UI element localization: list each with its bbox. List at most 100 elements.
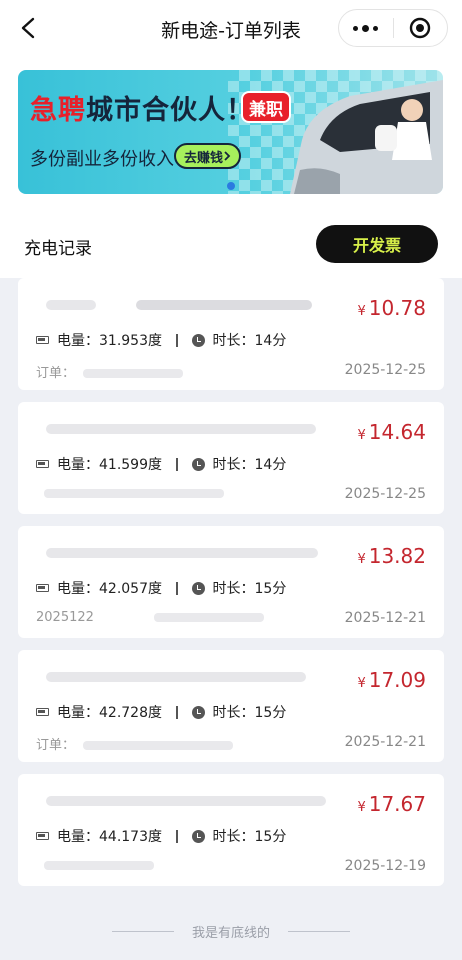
order-price: ¥14.64 [357,420,426,444]
clock-icon [191,829,205,843]
more-icon-dot [373,25,379,31]
redaction-bar [44,861,154,870]
order-card[interactable]: ¥17.09 电量： 42.728度 时长： 15分 订单： 2025-12-21 [18,650,444,762]
promo-banner[interactable]: 急聘城市合伙人！ 兼职 多份副业多份收入 去赚钱 [18,70,443,194]
order-price: ¥13.82 [357,544,426,568]
station-name-redacted [36,424,316,438]
order-price: ¥17.09 [357,668,426,692]
carousel-indicator [227,182,235,190]
duration-label: 时长： [212,457,255,473]
battery-icon [36,584,49,592]
energy-value: 42.057度 [99,581,162,597]
footer-divider-left [111,930,174,932]
order-meta: 电量： 44.173度 时长： 15分 [36,826,286,846]
redaction-bar [83,369,184,378]
charging-records-header: 充电记录 开发票 [0,208,462,278]
price-amount: 17.09 [368,668,426,692]
order-meta: 电量： 42.057度 时长： 15分 [36,578,286,598]
banner-section: 急聘城市合伙人！ 兼职 多份副业多份收入 去赚钱 [0,60,462,208]
clock-icon [191,333,205,347]
close-mini-program-button[interactable] [393,10,447,46]
battery-icon [36,460,49,468]
duration-label: 时长： [212,581,255,597]
meta-divider [176,705,178,719]
order-number-redacted [36,486,224,501]
energy-label: 电量： [57,705,99,721]
energy-value: 44.173度 [99,829,162,845]
earn-money-label: 去赚钱 [183,150,223,166]
order-date: 2025-12-25 [344,362,426,378]
order-card[interactable]: ¥14.64 电量： 41.599度 时长： 14分 2025-12-25 [18,402,444,514]
footer-divider-right [288,930,350,932]
more-button[interactable] [339,10,393,46]
meta-divider [176,457,178,471]
banner-headline-red: 急聘 [30,95,86,126]
currency-symbol: ¥ [357,676,366,691]
redaction-bar [153,613,264,622]
price-amount: 10.78 [368,296,426,320]
order-price: ¥10.78 [357,296,426,320]
currency-symbol: ¥ [357,800,366,815]
order-date: 2025-12-19 [344,858,426,874]
order-number-redacted [36,858,154,873]
order-card[interactable]: ¥17.67 电量： 44.173度 时长： 15分 2025-12-19 [18,774,444,886]
price-amount: 14.64 [368,420,426,444]
order-meta: 电量： 41.599度 时长： 14分 [36,454,286,474]
price-amount: 17.67 [368,792,426,816]
order-label: 订单： [36,366,76,381]
currency-symbol: ¥ [357,428,366,443]
banner-headline: 急聘城市合伙人！ [30,88,254,127]
battery-icon [36,336,49,344]
order-number-redacted: 2025122 [36,610,264,625]
order-meta: 电量： 31.953度 时长： 14分 [36,330,286,350]
currency-symbol: ¥ [357,552,366,567]
energy-value: 41.599度 [99,457,162,473]
station-name-redacted [36,300,316,314]
order-label: 订单： [36,738,76,753]
energy-label: 电量： [57,829,99,845]
duration-value: 15分 [254,581,287,597]
order-card[interactable]: ¥10.78 电量： 31.953度 时长： 14分 订单： 2025-12-25 [18,278,444,390]
duration-value: 14分 [254,333,287,349]
order-date: 2025-12-21 [344,734,426,750]
earn-money-button[interactable]: 去赚钱 [174,143,241,169]
price-amount: 13.82 [368,544,426,568]
clock-icon [191,581,205,595]
order-meta: 电量： 42.728度 时长： 15分 [36,702,286,722]
issue-invoice-button[interactable]: 开发票 [316,225,438,263]
duration-value: 15分 [254,705,287,721]
end-of-list-text: 我是有底线的 [191,925,270,941]
energy-label: 电量： [57,581,99,597]
energy-value: 42.728度 [99,705,162,721]
target-close-icon [410,17,431,39]
redaction-bar [83,741,234,750]
duration-label: 时长： [212,829,255,845]
energy-label: 电量： [57,333,99,349]
order-label: 2025122 [36,610,94,625]
order-date: 2025-12-25 [344,486,426,502]
banner-subline: 多份副业多份收入 [30,149,174,170]
list-end-footer: 我是有底线的 [0,920,462,942]
duration-value: 15分 [254,829,287,845]
car-driver-illustration [290,80,443,194]
chevron-right-icon [224,151,231,161]
order-card[interactable]: ¥13.82 电量： 42.057度 时长： 15分 2025122 2025-12… [18,526,444,638]
nav-bar: 新电途-订单列表 [0,0,462,60]
meta-divider [176,829,178,843]
station-name-redacted [36,672,316,686]
banner-headline-dark: 城市合伙人！ [86,95,254,126]
meta-divider [176,581,178,595]
energy-value: 31.953度 [99,333,162,349]
duration-label: 时长： [212,705,255,721]
currency-symbol: ¥ [357,304,366,319]
order-number-redacted: 订单： [36,362,184,381]
station-name-redacted [36,796,326,810]
battery-icon [36,708,49,716]
more-icon [353,25,359,31]
mini-program-capsule [338,9,448,47]
order-price: ¥17.67 [357,792,426,816]
battery-icon [36,832,49,840]
order-number-redacted: 订单： [36,734,234,753]
clock-icon [191,705,205,719]
meta-divider [176,333,178,347]
